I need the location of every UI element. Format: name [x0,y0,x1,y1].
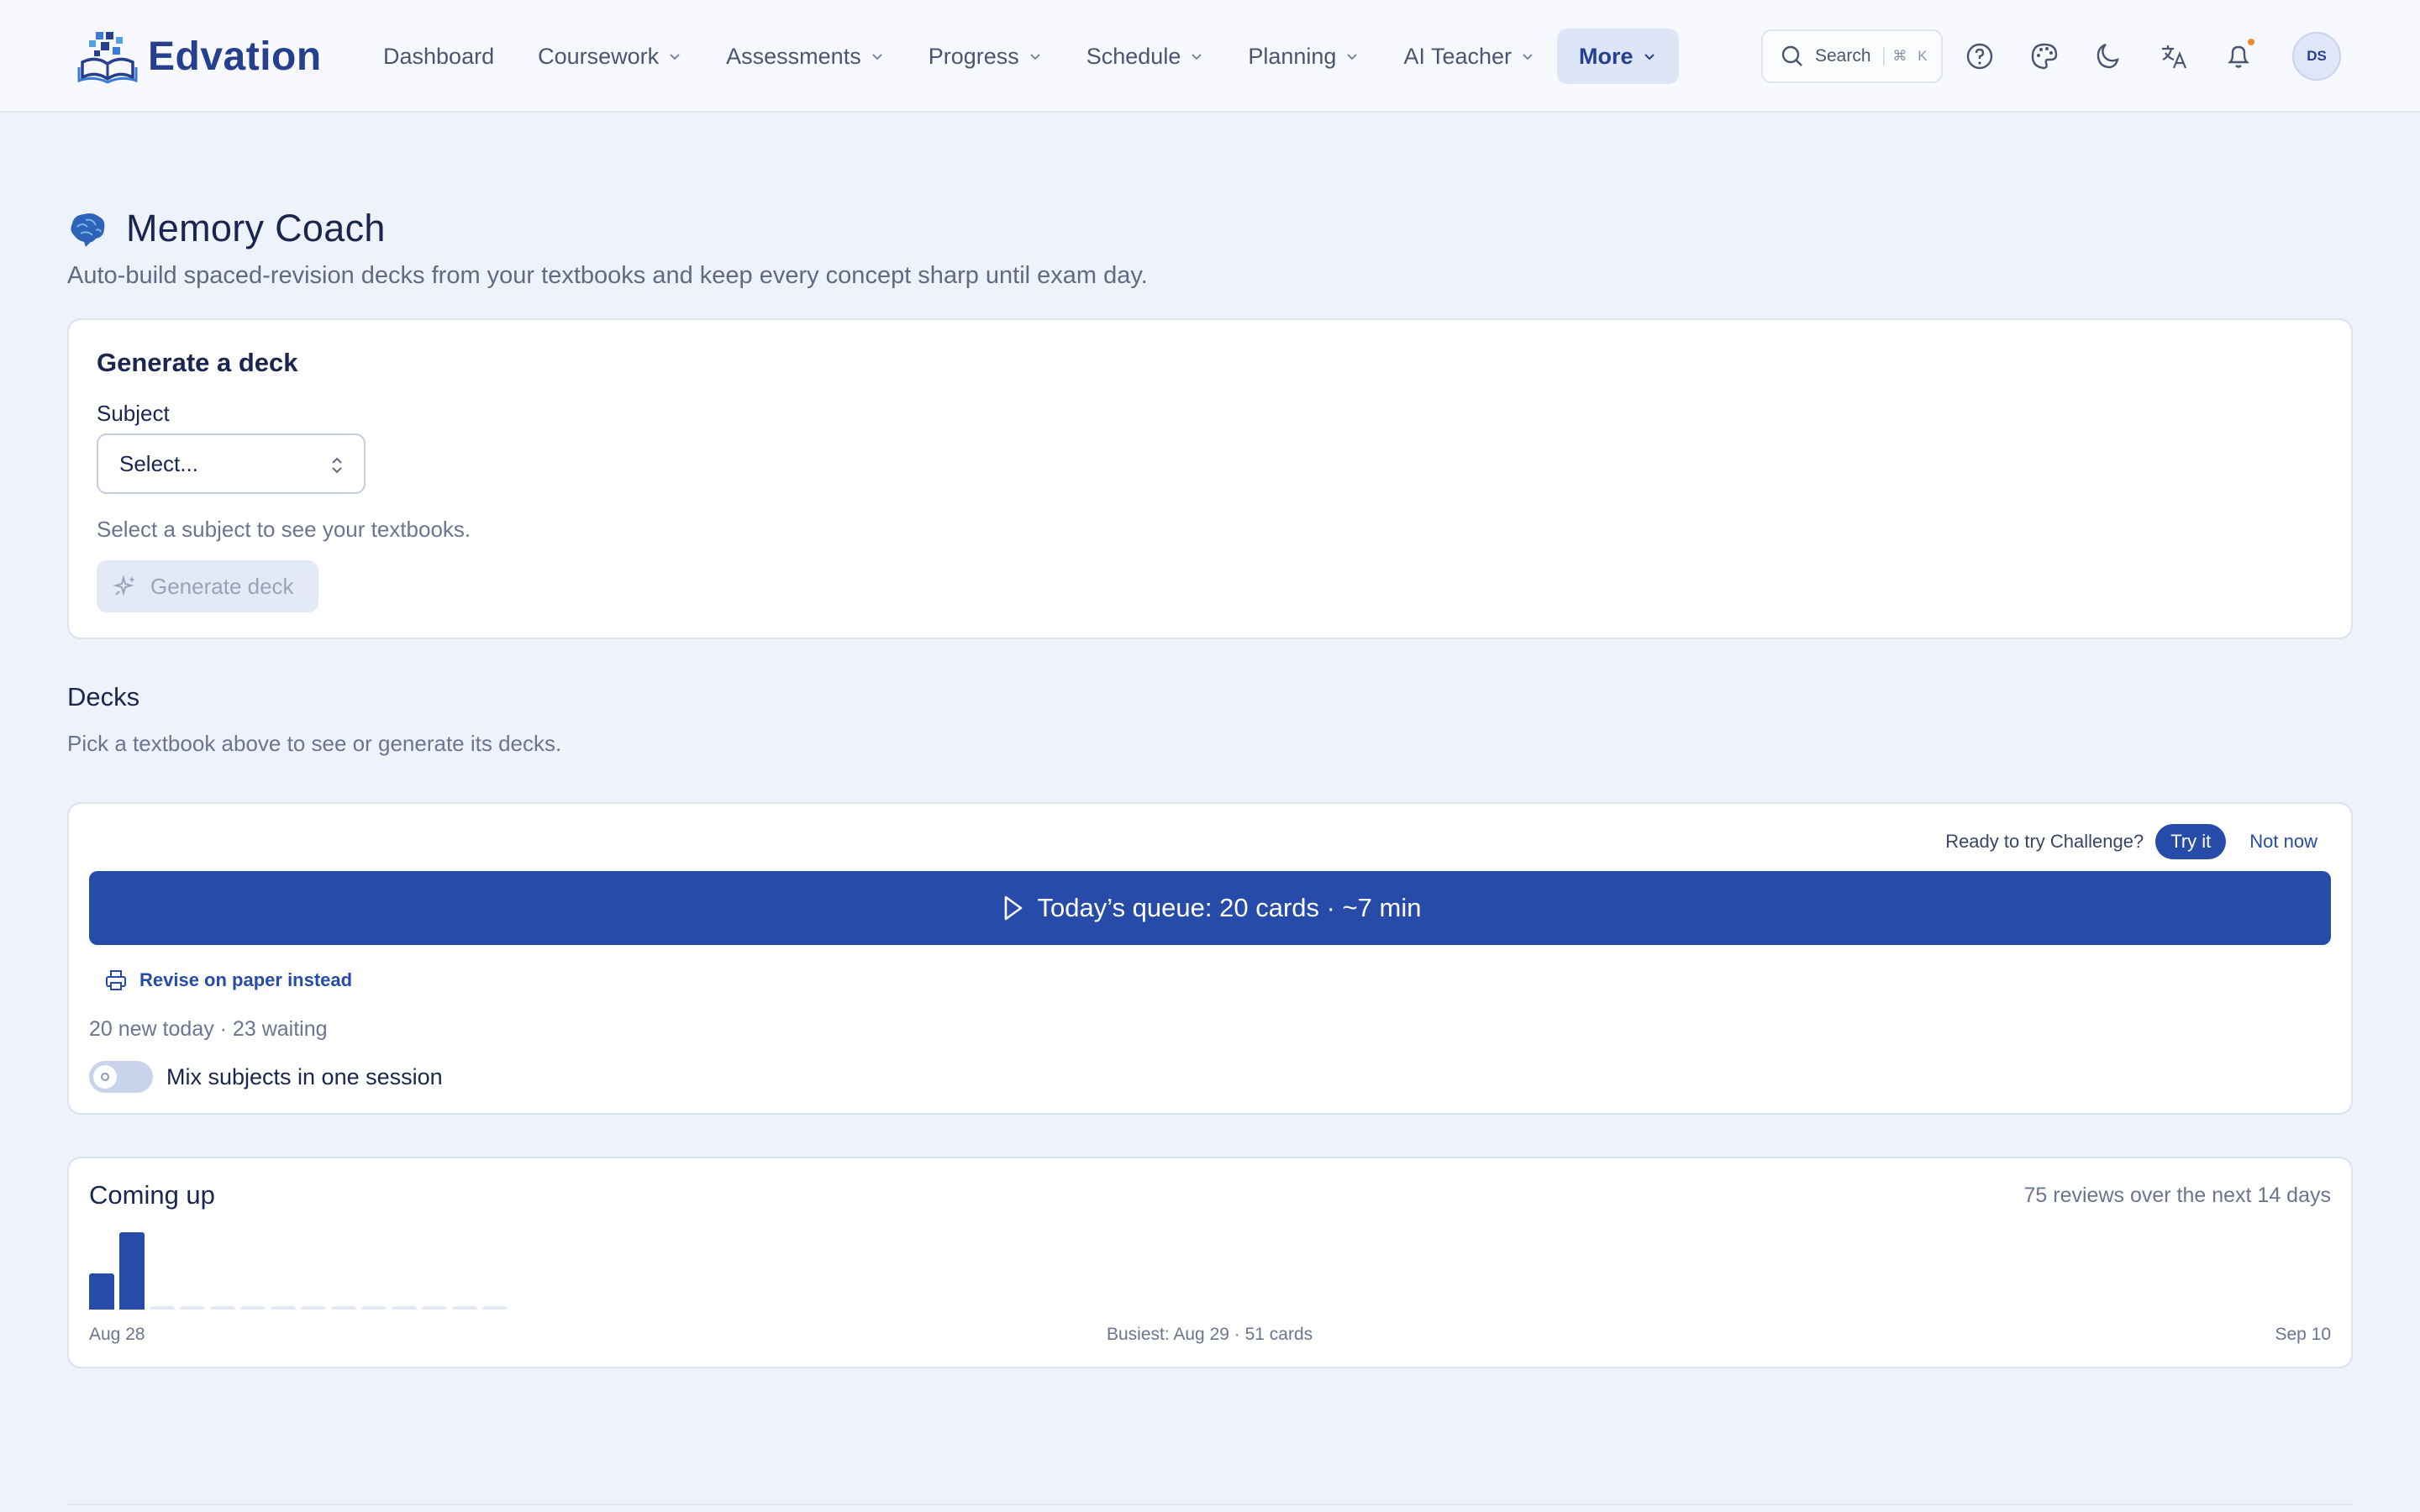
nav-more[interactable]: More [1557,29,1679,84]
review-queue-card: Ready to try Challenge? Try it Not now T… [67,802,2353,1115]
queue-counts: 20 new today · 23 waiting [89,1017,328,1041]
page-heading: Memory Coach [126,207,386,249]
nav-ai-teacher[interactable]: AI Teacher [1381,29,1557,84]
chart-bar [210,1306,235,1310]
palette-icon [2031,43,2058,70]
decks-hint: Pick a textbook above to see or generate… [67,731,562,756]
button-label: Today’s queue: 20 cards · ~7 min [1037,893,1422,922]
mix-subjects-toggle[interactable] [89,1061,153,1093]
coming-up-title: Coming up [89,1180,215,1210]
nav-label: AI Teacher [1403,43,1512,69]
chart-bar [240,1306,266,1310]
card-heading: Generate a deck [97,348,298,377]
search-label: Search [1815,46,1871,66]
chart-bar [150,1306,175,1310]
challenge-prompt: Ready to try Challenge? Try it Not now [1945,824,2317,859]
nav-label: Schedule [1086,43,1181,69]
generate-deck-button[interactable]: Generate deck [97,560,318,612]
divider [1882,47,1885,66]
subject-hint: Select a subject to see your textbooks. [97,517,471,542]
footer-divider [67,1504,2353,1505]
chart-bar [392,1306,417,1310]
chevron-down-icon [1030,54,1040,60]
nav-planning[interactable]: Planning [1226,29,1381,84]
book-logo-icon [77,32,138,84]
try-challenge-button[interactable]: Try it [2155,824,2227,859]
avatar[interactable]: DS [2292,32,2341,81]
reviews-bar-chart [89,1229,526,1310]
notifications-button[interactable] [2219,37,2258,76]
nav-progress[interactable]: Progress [907,29,1065,84]
chart-bar [422,1306,447,1310]
play-icon [1004,895,1022,921]
challenge-text: Ready to try Challenge? [1945,831,2144,852]
toggle-label: Mix subjects in one session [166,1063,443,1089]
nav-assessments[interactable]: Assessments [704,29,907,84]
chart-bar [361,1306,387,1310]
nav-schedule[interactable]: Schedule [1065,29,1227,84]
language-button[interactable] [2154,37,2193,76]
coming-up-card: Coming up 75 reviews over the next 14 da… [67,1157,2353,1368]
chevron-down-icon [670,54,680,60]
theme-palette-button[interactable] [2025,37,2064,76]
sparkles-icon [113,575,135,596]
chevron-down-icon [1192,54,1202,60]
nav-label: Progress [928,43,1019,69]
generate-deck-card: Generate a deck Subject Select... Select… [67,318,2353,639]
chart-bar [331,1306,356,1310]
chevron-down-icon [1347,54,1358,60]
subject-select[interactable]: Select... [97,433,366,494]
chart-bar [271,1306,296,1310]
link-label: Revise on paper instead [139,969,353,990]
select-chevrons-icon [332,457,342,474]
chevron-down-icon [1523,54,1533,60]
page-title: Memory Coach [67,207,386,250]
chart-end-label: Sep 10 [2275,1325,2331,1344]
revise-on-paper-link[interactable]: Revise on paper instead [104,969,352,992]
brain-icon [71,213,105,247]
printer-icon [106,970,126,990]
top-navigation-bar: Edvation Dashboard Coursework Assessment… [0,0,2420,113]
brand-name: Edvation [148,34,322,79]
chevron-down-icon [871,54,882,60]
coming-up-summary: 75 reviews over the next 14 days [2023,1184,2331,1207]
button-label: Generate deck [150,573,294,599]
nav-label: Dashboard [383,43,495,69]
notification-dot [2248,39,2254,45]
nav-label: More [1579,43,1634,69]
dark-mode-button[interactable] [2090,37,2128,76]
toggle-knob [93,1065,117,1089]
brand-logo[interactable]: Edvation [77,29,322,84]
mix-subjects-row: Mix subjects in one session [89,1061,443,1093]
nav-coursework[interactable]: Coursework [516,29,704,84]
bell-icon [2228,45,2249,68]
subject-label: Subject [97,401,170,426]
nav-label: Assessments [726,43,861,69]
chart-bar [452,1306,477,1310]
moon-icon [2096,43,2119,69]
select-value: Select... [119,450,198,476]
chart-bar [89,1273,114,1310]
page-subtitle: Auto-build spaced-revision decks from yo… [67,262,1148,289]
search-icon [1781,45,1802,66]
chart-bar [180,1306,205,1310]
decks-heading: Decks [67,682,140,711]
main-nav: Dashboard Coursework Assessments Progres… [361,29,1679,84]
translate-icon [2162,45,2187,69]
nav-label: Planning [1248,43,1337,69]
nav-dashboard[interactable]: Dashboard [361,29,516,84]
start-queue-button[interactable]: Today’s queue: 20 cards · ~7 min [89,871,2331,945]
help-button[interactable] [1960,37,1999,76]
chart-busiest-label: Busiest: Aug 29 · 51 cards [1107,1325,1313,1344]
chart-bar [119,1232,145,1310]
search-button[interactable]: Search ⌘ K [1761,29,1943,83]
nav-label: Coursework [538,43,660,69]
help-icon [1966,43,1993,70]
not-now-button[interactable]: Not now [2249,831,2317,853]
chart-bar [301,1306,326,1310]
chart-bar [482,1306,508,1310]
chart-start-label: Aug 28 [89,1325,145,1344]
chevron-down-icon [1644,54,1655,60]
shortcut-hint: ⌘ K [1892,48,1931,64]
